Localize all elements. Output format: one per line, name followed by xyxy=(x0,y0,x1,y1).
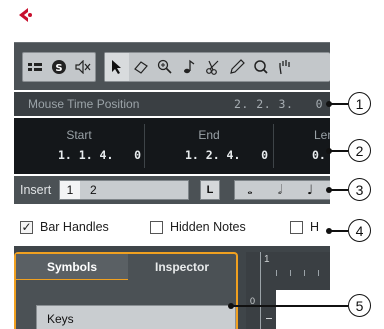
toolbar-group-left: S xyxy=(22,52,96,82)
callout-leader xyxy=(330,103,348,105)
scissors-icon[interactable] xyxy=(201,53,225,81)
ruler-tick xyxy=(290,270,291,276)
keys-section-button[interactable]: Keys xyxy=(36,305,236,329)
callout-5: 5 xyxy=(348,294,371,317)
tab-inspector[interactable]: Inspector xyxy=(130,254,234,280)
lower-zone: Symbols Inspector Keys 1 0 xyxy=(14,246,330,329)
third-checkbox-label: H xyxy=(310,220,320,234)
whole-note-icon[interactable]: 𝅝 xyxy=(235,183,265,198)
insert-label: Insert xyxy=(20,183,52,197)
bar-handles-label: Bar Handles xyxy=(40,220,109,234)
ruler-bar-number: 1 xyxy=(264,254,270,265)
callout-leader xyxy=(330,150,348,152)
half-note-icon[interactable]: 𝅗𝅥 xyxy=(265,183,295,198)
display-options-row: ✓ Bar Handles Hidden Notes H xyxy=(14,216,330,242)
ruler-tick xyxy=(304,270,305,276)
hidden-notes-label: Hidden Notes xyxy=(170,220,246,234)
erase-icon[interactable] xyxy=(129,53,153,81)
symbols-inspector-panel: Symbols Inspector Keys xyxy=(14,252,238,329)
checkbox-checked-icon[interactable]: ✓ xyxy=(20,220,33,234)
pointer-icon[interactable] xyxy=(105,53,129,81)
insert-voice-2[interactable]: 2 xyxy=(80,183,97,197)
score-editor-panel: S Mouse Time Position 2. 2. 3. 0 Start 1… xyxy=(10,0,330,329)
pencil-icon[interactable] xyxy=(225,53,249,81)
start-value: 1. 1. 4. 0 xyxy=(58,148,142,162)
callout-leader xyxy=(232,305,348,307)
callout-leader xyxy=(330,230,348,232)
mute-speaker-icon[interactable] xyxy=(71,53,95,81)
start-label: Start xyxy=(66,128,92,142)
toolbar-group-tools xyxy=(104,52,330,82)
hidden-notes-checkbox[interactable]: Hidden Notes xyxy=(150,220,246,234)
mouse-time-position-label: Mouse Time Position xyxy=(28,97,140,111)
hand-icon[interactable] xyxy=(273,53,297,81)
ruler-tick xyxy=(318,270,319,276)
note-draw-icon[interactable] xyxy=(177,53,201,81)
end-label: End xyxy=(198,128,220,142)
end-value: 1. 2. 4. 0 xyxy=(185,148,269,162)
svg-text:S: S xyxy=(55,63,62,74)
cubase-logo-icon xyxy=(16,6,34,24)
callout-1: 1 xyxy=(348,92,371,115)
search-icon[interactable] xyxy=(249,53,273,81)
insert-voice-1[interactable]: 1 xyxy=(60,181,80,199)
checkbox-unchecked-icon[interactable] xyxy=(150,220,163,234)
note-value-selector[interactable]: 𝅝 𝅗𝅥 ♩ xyxy=(234,180,330,200)
mouse-time-position-value: 2. 2. 3. 0 xyxy=(234,97,324,111)
callout-3: 3 xyxy=(348,178,371,201)
selection-start[interactable]: Start 1. 1. 4. 0 xyxy=(14,118,144,174)
selection-info: Start 1. 1. 4. 0 End 1. 2. 4. 0 Leng 0. … xyxy=(14,118,330,174)
insert-voice-selector[interactable]: 1 2 xyxy=(59,180,189,200)
checkbox-unchecked-icon[interactable] xyxy=(290,220,303,234)
insert-row: Insert 1 2 L 𝅝 𝅗𝅥 ♩ xyxy=(14,176,330,204)
score-canvas[interactable] xyxy=(276,290,330,329)
list-icon[interactable] xyxy=(23,53,47,81)
callout-4: 4 xyxy=(348,219,371,242)
quarter-note-icon[interactable]: ♩ xyxy=(295,183,325,198)
ruler-dash xyxy=(266,318,272,319)
callout-leader xyxy=(330,189,348,191)
ruler-bar-line xyxy=(260,252,261,329)
solo-icon[interactable]: S xyxy=(47,53,71,81)
selection-end[interactable]: End 1. 2. 4. 0 xyxy=(145,118,273,174)
toolbar: S xyxy=(14,42,330,90)
ruler-tick xyxy=(276,270,277,276)
l-button[interactable]: L xyxy=(200,180,220,200)
selection-length[interactable]: Leng 0. 1 xyxy=(274,118,330,174)
ruler[interactable]: 1 0 xyxy=(246,252,330,329)
bar-handles-checkbox[interactable]: ✓ Bar Handles xyxy=(20,220,109,234)
length-label: Leng xyxy=(314,128,330,142)
callout-2: 2 xyxy=(348,139,371,162)
third-checkbox[interactable]: H xyxy=(290,220,319,234)
zoom-icon[interactable] xyxy=(153,53,177,81)
tab-symbols[interactable]: Symbols xyxy=(16,254,128,280)
mouse-time-position: Mouse Time Position 2. 2. 3. 0 xyxy=(14,92,330,116)
